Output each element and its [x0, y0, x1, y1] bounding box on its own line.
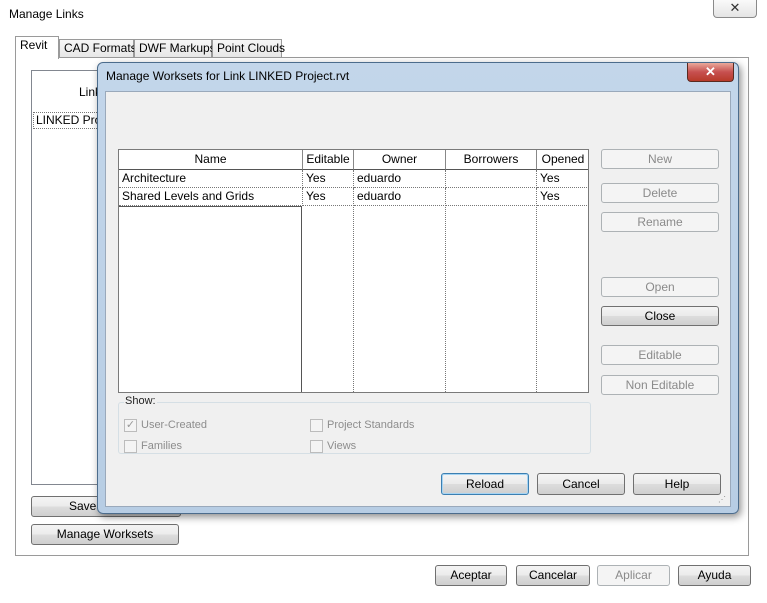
cell-owner: eduardo [354, 170, 446, 188]
tab-cad-formats[interactable]: CAD Formats [59, 39, 137, 58]
column-header-borrowers[interactable]: Borrowers [446, 150, 537, 170]
user-created-label: User-Created [141, 419, 208, 431]
families-label: Families [141, 440, 182, 452]
checkmark-icon: ✓ [125, 419, 136, 431]
close-icon: ✕ [729, 0, 741, 15]
project-standards-label: Project Standards [327, 419, 415, 431]
table-empty-area [119, 206, 302, 392]
close-workset-button[interactable]: Close [601, 306, 719, 326]
ok-button[interactable]: Aceptar [435, 565, 507, 586]
cell-opened[interactable]: Yes [537, 170, 588, 188]
delete-workset-button[interactable]: Delete [601, 183, 719, 203]
cell-owner: eduardo [354, 188, 446, 206]
resize-grip-icon[interactable]: ⋰ [718, 495, 727, 504]
cell-editable[interactable]: Yes [303, 170, 354, 188]
cancel-button[interactable]: Cancel [537, 473, 625, 495]
window-close-button[interactable]: ✕ [713, 0, 757, 18]
help-outer-button[interactable]: Ayuda [678, 565, 751, 586]
cell-name[interactable]: Shared Levels and Grids [119, 188, 303, 206]
tab-point-clouds[interactable]: Point Clouds [212, 39, 285, 58]
window-title: Manage Links [9, 7, 84, 21]
column-header-editable[interactable]: Editable [303, 150, 354, 170]
editable-button[interactable]: Editable [601, 345, 719, 365]
families-checkbox[interactable] [124, 440, 137, 453]
column-header-name[interactable]: Name [119, 150, 303, 170]
apply-button[interactable]: Aplicar [597, 565, 670, 586]
help-button[interactable]: Help [633, 473, 721, 495]
manage-worksets-dialog: Manage Worksets for Link LINKED Project.… [97, 62, 739, 514]
rename-workset-button[interactable]: Rename [601, 212, 719, 232]
views-checkbox[interactable] [310, 440, 323, 453]
user-created-checkbox[interactable]: ✓ [124, 419, 137, 432]
column-header-owner[interactable]: Owner [354, 150, 446, 170]
project-standards-checkbox[interactable] [310, 419, 323, 432]
new-workset-button[interactable]: New [601, 149, 719, 169]
dialog-title: Manage Worksets for Link LINKED Project.… [106, 69, 350, 83]
views-label: Views [327, 440, 357, 452]
dialog-body: Name Editable Owner Borrowers Opened Arc… [105, 91, 731, 507]
show-filter-label: Show: [124, 395, 157, 407]
cancel-outer-button[interactable]: Cancelar [516, 565, 590, 586]
non-editable-button[interactable]: Non Editable [601, 375, 719, 395]
cell-borrowers [446, 170, 537, 188]
cell-borrowers [446, 188, 537, 206]
reload-button[interactable]: Reload [441, 473, 529, 495]
column-header-opened[interactable]: Opened [537, 150, 588, 170]
manage-worksets-button[interactable]: Manage Worksets [31, 524, 179, 545]
tab-revit[interactable]: Revit [15, 36, 59, 59]
cell-opened[interactable]: Yes [537, 188, 588, 206]
close-icon: ✕ [705, 64, 716, 79]
worksets-table: Name Editable Owner Borrowers Opened Arc… [118, 149, 589, 393]
cell-editable[interactable]: Yes [303, 188, 354, 206]
open-workset-button[interactable]: Open [601, 277, 719, 297]
tab-dwf-markups[interactable]: DWF Markups [134, 39, 216, 58]
dialog-close-button[interactable]: ✕ [687, 63, 734, 82]
cell-name[interactable]: Architecture [119, 170, 303, 188]
